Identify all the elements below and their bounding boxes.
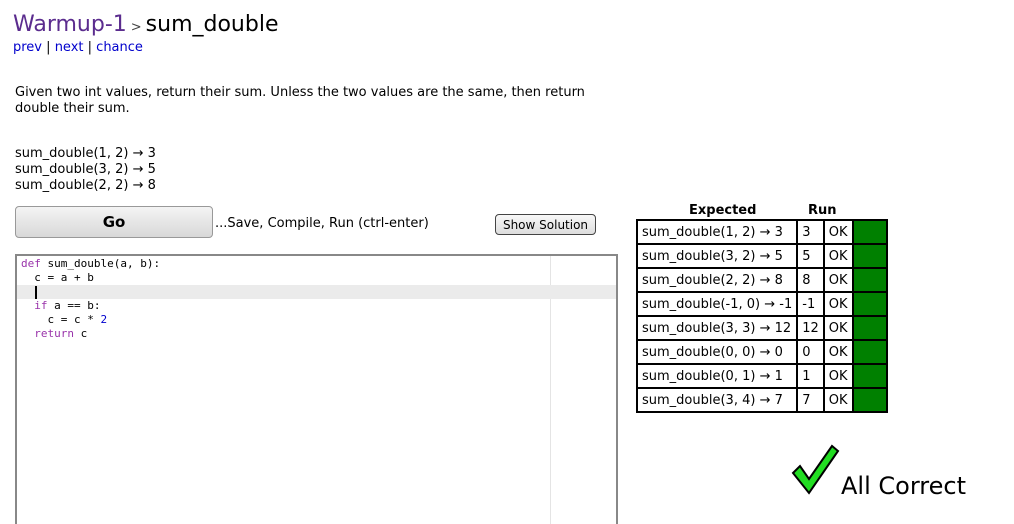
example: sum_double(3, 2) → 5 [15,162,156,177]
pass-indicator [851,387,888,413]
pass-indicator [851,291,888,317]
code-line: c = a + b [21,271,94,284]
checkmark-icon [791,444,840,495]
go-button[interactable]: Go [15,206,213,238]
result-row: sum_double(3, 3) → 12 12 OK [635,315,888,341]
pass-indicator [851,219,888,245]
prev-link[interactable]: prev [13,40,42,55]
code-keyword: return [34,327,74,340]
run-cell: 0 [796,339,825,365]
chance-link[interactable]: chance [96,40,143,55]
expected-cell: sum_double(3, 4) → 7 [635,387,799,413]
pass-indicator [851,339,888,365]
run-cell: 12 [796,315,825,341]
status-cell: OK [822,315,854,341]
next-link[interactable]: next [55,40,84,55]
example: sum_double(1, 2) → 3 [15,146,156,161]
examples: sum_double(1, 2) → 3 sum_double(3, 2) → … [15,146,156,194]
section-link[interactable]: Warmup-1 [13,12,127,37]
status-cell: OK [822,291,854,317]
example: sum_double(2, 2) → 8 [15,178,156,193]
expected-cell: sum_double(3, 3) → 12 [635,315,799,341]
status-cell: OK [822,243,854,269]
run-cell: 5 [796,243,825,269]
expected-cell: sum_double(0, 0) → 0 [635,339,799,365]
run-cell: 8 [796,267,825,293]
show-solution-button[interactable]: Show Solution [495,214,596,235]
expected-cell: sum_double(1, 2) → 3 [635,219,799,245]
status-cell: OK [822,387,854,413]
problem-description: Given two int values, return their sum. … [15,85,585,116]
expected-cell: sum_double(0, 1) → 1 [635,363,799,389]
nav-separator: | [46,40,51,55]
result-row: sum_double(2, 2) → 8 8 OK [635,267,888,293]
go-hint: ...Save, Compile, Run (ctrl-enter) [215,216,429,231]
run-cell: 1 [796,363,825,389]
code-keyword: if [34,299,48,312]
active-line [17,285,616,299]
code-number: 2 [100,313,108,326]
run-cell: 7 [796,387,825,413]
text-cursor [35,286,37,299]
expected-cell: sum_double(2, 2) → 8 [635,267,799,293]
code-keyword: def [21,257,41,270]
problem-name: sum_double [145,12,279,37]
code-line: a == b: [47,299,101,312]
run-header: Run [808,203,837,218]
expected-header: Expected [689,203,757,218]
results-table: sum_double(1, 2) → 3 3 OK sum_double(3, 2) … [635,219,888,413]
expected-cell: sum_double(-1, 0) → -1 [635,291,799,317]
code-line: sum_double(a, b): [40,257,161,270]
result-row: sum_double(0, 1) → 1 1 OK [635,363,888,389]
pass-indicator [851,315,888,341]
pass-indicator [851,243,888,269]
all-correct-message: All Correct [841,472,966,500]
run-cell: 3 [796,219,825,245]
result-row: sum_double(-1, 0) → -1 -1 OK [635,291,888,317]
result-row: sum_double(1, 2) → 3 3 OK [635,219,888,245]
status-cell: OK [822,219,854,245]
breadcrumb-separator: > [130,20,142,35]
result-row: sum_double(3, 2) → 5 5 OK [635,243,888,269]
run-cell: -1 [796,291,825,317]
result-row: sum_double(0, 0) → 0 0 OK [635,339,888,365]
status-cell: OK [822,363,854,389]
expected-cell: sum_double(3, 2) → 5 [635,243,799,269]
code-line: c = c * [21,313,101,326]
nav-separator: | [87,40,93,55]
page-title: Warmup-1 > sum_double [13,12,279,37]
status-cell: OK [822,339,854,365]
status-cell: OK [822,267,854,293]
pass-indicator [851,363,888,389]
pass-indicator [851,267,888,293]
code-editor[interactable]: def sum_double(a, b): c = a + b if a == … [15,254,618,524]
result-row: sum_double(3, 4) → 7 7 OK [635,387,888,413]
problem-nav: prev | next | chance [13,40,143,55]
code-line: c [74,327,88,340]
